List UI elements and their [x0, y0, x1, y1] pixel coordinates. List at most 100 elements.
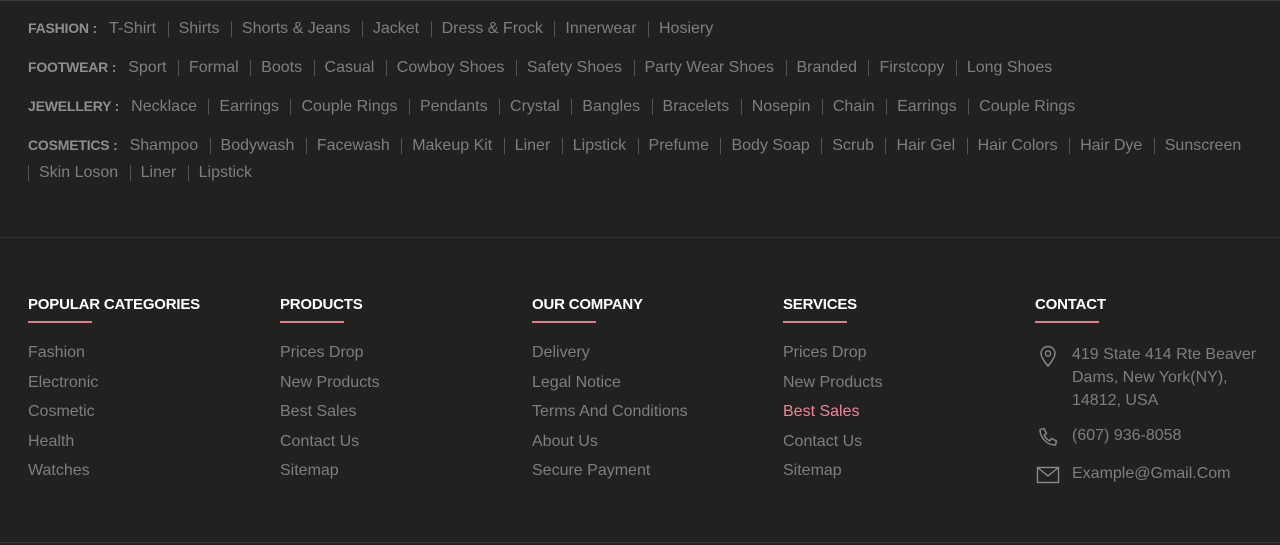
directory-link-firstcopy[interactable]: Firstcopy: [868, 60, 951, 76]
footer-link-cosmetic[interactable]: Cosmetic: [28, 402, 268, 422]
title-underline: [28, 321, 92, 323]
contact-email[interactable]: Example@Gmail.Com: [1035, 462, 1275, 488]
directory-link-body-soap[interactable]: Body Soap: [720, 138, 816, 154]
contact-phone[interactable]: (607) 936-8058: [1035, 424, 1275, 450]
link-list: Delivery Legal Notice Terms And Conditions…: [532, 343, 772, 481]
directory-link-couple-rings[interactable]: Couple Rings: [968, 99, 1082, 115]
phone-text[interactable]: (607) 936-8058: [1072, 424, 1272, 447]
directory-link-dress-frock[interactable]: Dress & Frock: [430, 21, 550, 37]
directory-link-facewash[interactable]: Facewash: [305, 138, 397, 154]
footer-link-new-products[interactable]: New Products: [783, 373, 1023, 393]
directory-link-makeup-kit[interactable]: Makeup Kit: [401, 138, 499, 154]
column-title: SERVICES: [783, 296, 857, 313]
address-text: 419 State 414 Rte Beaver Dams, New York(…: [1072, 346, 1257, 409]
footer-link-legal-notice[interactable]: Legal Notice: [532, 373, 772, 393]
directory-link-skin-loson[interactable]: Skin Loson: [28, 165, 125, 181]
directory-title: FASHION :: [28, 20, 97, 36]
directory-link-shirts[interactable]: Shirts: [167, 21, 227, 37]
title-underline: [1035, 321, 1099, 323]
directory-link-cowboy-shoes[interactable]: Cowboy Shoes: [385, 60, 512, 76]
directory-link-long-shoes[interactable]: Long Shoes: [955, 60, 1059, 76]
footer-link-about-us[interactable]: About Us: [532, 432, 772, 452]
directory-row-fashion: FASHION : T-Shirt Shirts Shorts & Jeans J…: [28, 15, 1256, 42]
directory-link-hair-colors[interactable]: Hair Colors: [966, 138, 1065, 154]
directory-link-scrub[interactable]: Scrub: [821, 138, 881, 154]
directory-link-lipstick[interactable]: Lipstick: [561, 138, 633, 154]
directory-link-bangles[interactable]: Bangles: [571, 99, 647, 115]
directory-link-hosiery[interactable]: Hosiery: [647, 21, 720, 37]
directory-link-sunscreen[interactable]: Sunscreen: [1153, 138, 1249, 154]
directory-link-earrings[interactable]: Earrings: [886, 99, 964, 115]
directory-link-party-wear-shoes[interactable]: Party Wear Shoes: [633, 60, 782, 76]
directory-link-chain[interactable]: Chain: [821, 99, 882, 115]
footer-link-new-products[interactable]: New Products: [280, 373, 520, 393]
directory-link-innerwear[interactable]: Innerwear: [554, 21, 643, 37]
directory-row-footwear: FOOTWEAR : Sport Formal Boots Casual Cowb…: [28, 54, 1256, 81]
directory-link-hair-gel[interactable]: Hair Gel: [885, 138, 962, 154]
footer-link-delivery[interactable]: Delivery: [532, 343, 772, 363]
footer-link-contact-us[interactable]: Contact Us: [783, 432, 1023, 452]
directory-link-bodywash[interactable]: Bodywash: [209, 138, 302, 154]
title-underline: [783, 321, 847, 323]
footer-link-health[interactable]: Health: [28, 432, 268, 452]
directory-link-nosepin[interactable]: Nosepin: [740, 99, 818, 115]
top-divider: [0, 0, 1280, 1]
directory-title: FOOTWEAR :: [28, 59, 117, 75]
directory-link-necklace[interactable]: Necklace: [128, 99, 204, 115]
directory-link-prefume[interactable]: Prefume: [637, 138, 716, 154]
directory-link-bracelets[interactable]: Bracelets: [651, 99, 737, 115]
footer-link-sitemap[interactable]: Sitemap: [280, 461, 520, 481]
directory-link-liner[interactable]: Liner: [503, 138, 558, 154]
directory-link-liner[interactable]: Liner: [129, 165, 184, 181]
title-underline: [280, 321, 344, 323]
contact-address: 419 State 414 Rte Beaver Dams, New York(…: [1035, 343, 1275, 412]
footer-link-secure-payment[interactable]: Secure Payment: [532, 461, 772, 481]
footer-link-watches[interactable]: Watches: [28, 461, 268, 481]
directory-title: JEWELLERY :: [28, 98, 120, 114]
directory-link-hair-dye[interactable]: Hair Dye: [1069, 138, 1149, 154]
location-pin-icon: [1040, 345, 1056, 368]
directory-link-t-shirt[interactable]: T-Shirt: [106, 21, 163, 37]
directory-link-safety-shoes[interactable]: Safety Shoes: [515, 60, 629, 76]
footer-column-popular-categories: POPULAR CATEGORIES Fashion Electronic Cosm…: [28, 294, 268, 491]
footer-column-our-company: OUR COMPANY Delivery Legal Notice Terms An…: [532, 294, 772, 491]
link-list: Prices Drop New Products Best Sales Contact…: [783, 343, 1023, 481]
directory-link-branded[interactable]: Branded: [785, 60, 865, 76]
footer-link-terms-and-conditions[interactable]: Terms And Conditions: [532, 402, 772, 422]
footer-link-prices-drop[interactable]: Prices Drop: [783, 343, 1023, 363]
column-title: POPULAR CATEGORIES: [28, 296, 200, 313]
column-title: OUR COMPANY: [532, 296, 643, 313]
directory-row-jewellery: JEWELLERY : Necklace Earrings Couple Ring…: [28, 93, 1256, 120]
directory-link-lipstick[interactable]: Lipstick: [187, 165, 259, 181]
directory-link-couple-rings[interactable]: Couple Rings: [290, 99, 404, 115]
footer-link-contact-us[interactable]: Contact Us: [280, 432, 520, 452]
email-text[interactable]: Example@Gmail.Com: [1072, 462, 1272, 485]
footer-link-fashion[interactable]: Fashion: [28, 343, 268, 363]
directory-link-shorts-jeans[interactable]: Shorts & Jeans: [230, 21, 358, 37]
directory-link-sport[interactable]: Sport: [125, 60, 173, 76]
directory-link-crystal[interactable]: Crystal: [499, 99, 567, 115]
footer-column-products: PRODUCTS Prices Drop New Products Best Sal…: [280, 294, 520, 491]
directory-link-jacket[interactable]: Jacket: [361, 21, 426, 37]
directory-link-shampoo[interactable]: Shampoo: [127, 138, 206, 154]
directory-link-boots[interactable]: Boots: [250, 60, 309, 76]
directory-link-formal[interactable]: Formal: [177, 60, 246, 76]
footer-link-best-sales[interactable]: Best Sales: [280, 402, 520, 422]
footer-link-best-sales[interactable]: Best Sales: [783, 402, 1023, 422]
mail-icon: [1036, 466, 1060, 484]
column-title: CONTACT: [1035, 296, 1106, 313]
phone-icon: [1039, 427, 1058, 446]
footer-link-prices-drop[interactable]: Prices Drop: [280, 343, 520, 363]
bottom-divider: [0, 542, 1280, 543]
footer-link-sitemap[interactable]: Sitemap: [783, 461, 1023, 481]
directory-link-pendants[interactable]: Pendants: [408, 99, 495, 115]
footer-column-contact: CONTACT 419 State 414 Rte Beaver Dams, N…: [1035, 294, 1275, 500]
title-underline: [532, 321, 596, 323]
directory-link-casual[interactable]: Casual: [313, 60, 382, 76]
directory-row-cosmetics: COSMETICS : Shampoo Bodywash Facewash Mak…: [28, 132, 1256, 186]
footer-link-electronic[interactable]: Electronic: [28, 373, 268, 393]
column-title: PRODUCTS: [280, 296, 363, 313]
footer-column-services: SERVICES Prices Drop New Products Best Sal…: [783, 294, 1023, 491]
directory-link-earrings[interactable]: Earrings: [208, 99, 286, 115]
section-divider: [0, 237, 1280, 238]
